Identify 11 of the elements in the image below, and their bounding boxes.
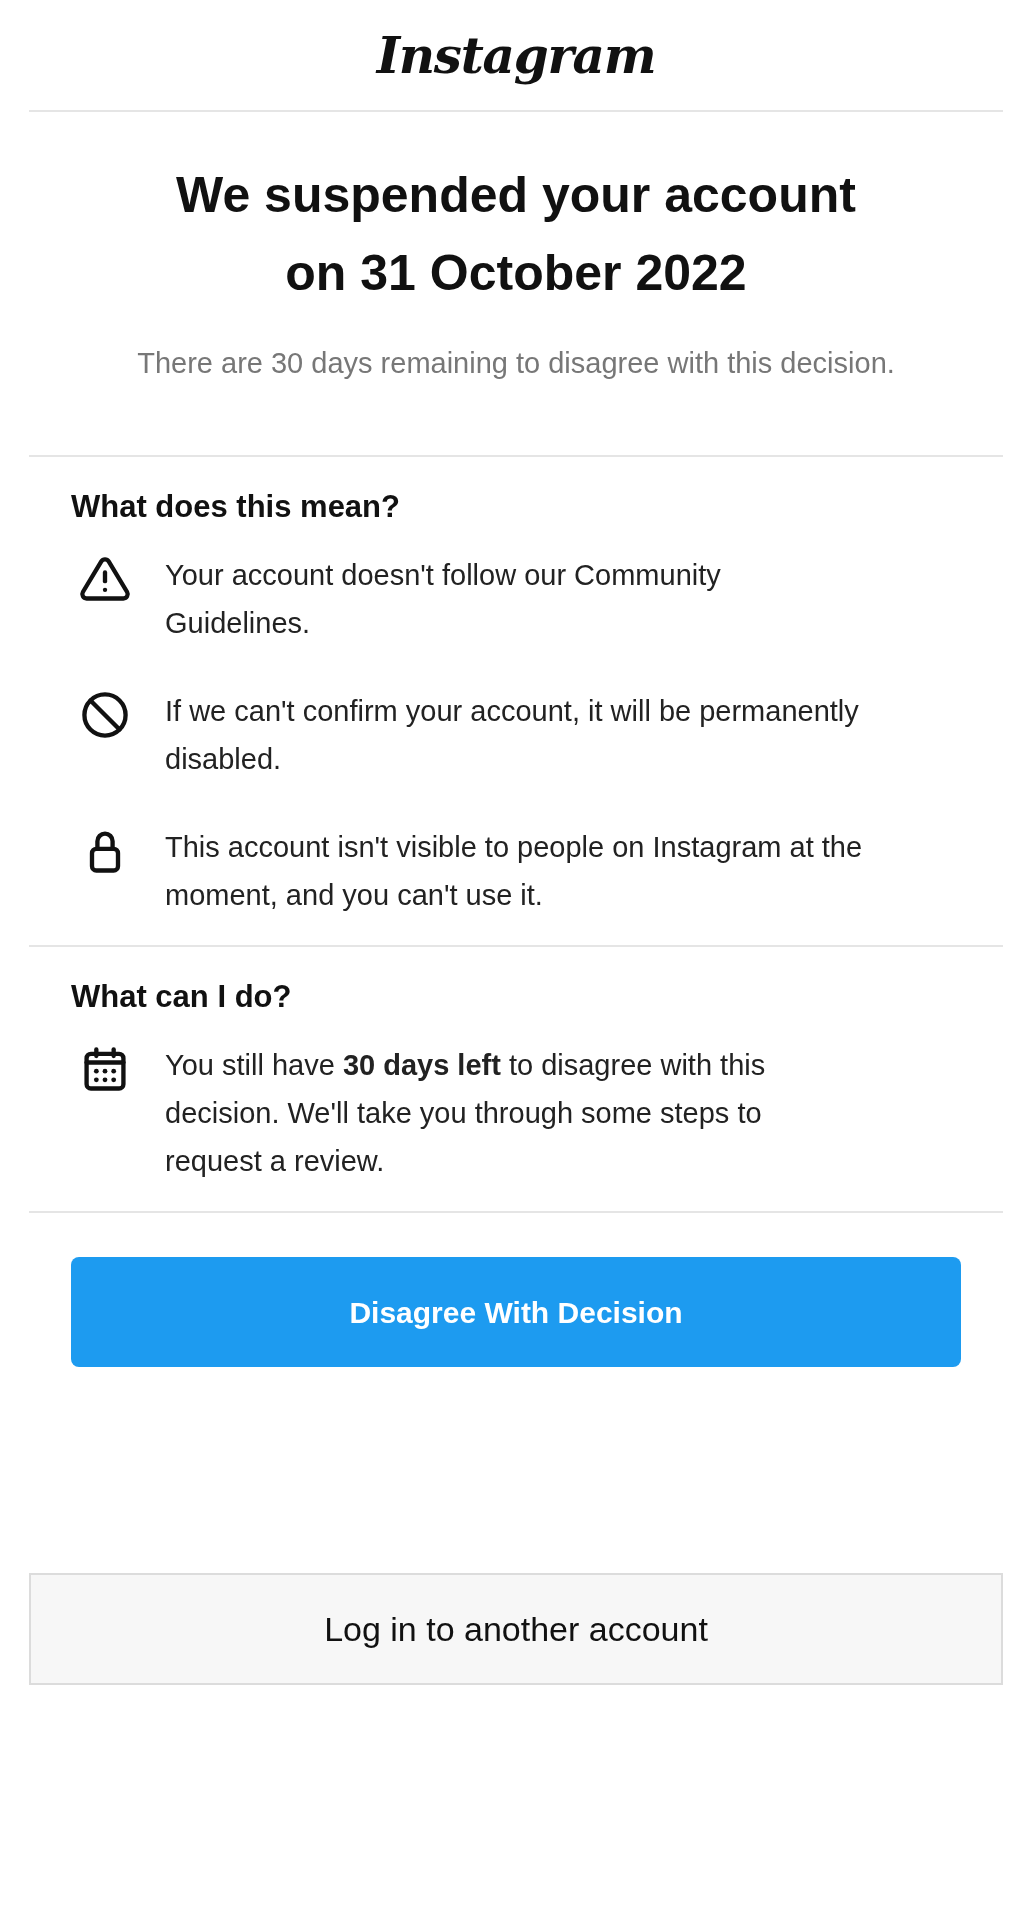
- section-heading: What can I do?: [71, 978, 293, 1016]
- blocked-icon: [79, 689, 131, 741]
- logo: Instagram: [376, 24, 656, 87]
- page-title: We suspended your account on 31 October 2022: [176, 166, 856, 303]
- subtitle: There are 30 days remaining to disagree with this decision.: [136, 346, 896, 381]
- info-text: If we can't confirm your account, it will be permanently disabled.: [165, 694, 860, 777]
- info-text: You still have 30 days left to disagree with this decision. We'll take you through some steps to request a review.: [165, 1048, 767, 1179]
- section-heading: What does this mean?: [71, 488, 401, 526]
- switch-account-button[interactable]: Log in to another account: [29, 1573, 1003, 1685]
- info-text: Your account doesn't follow our Community Guidelines.: [165, 558, 722, 641]
- info-text: This account isn't visible to people on Instagram at the moment, and you can't use it.: [165, 830, 864, 913]
